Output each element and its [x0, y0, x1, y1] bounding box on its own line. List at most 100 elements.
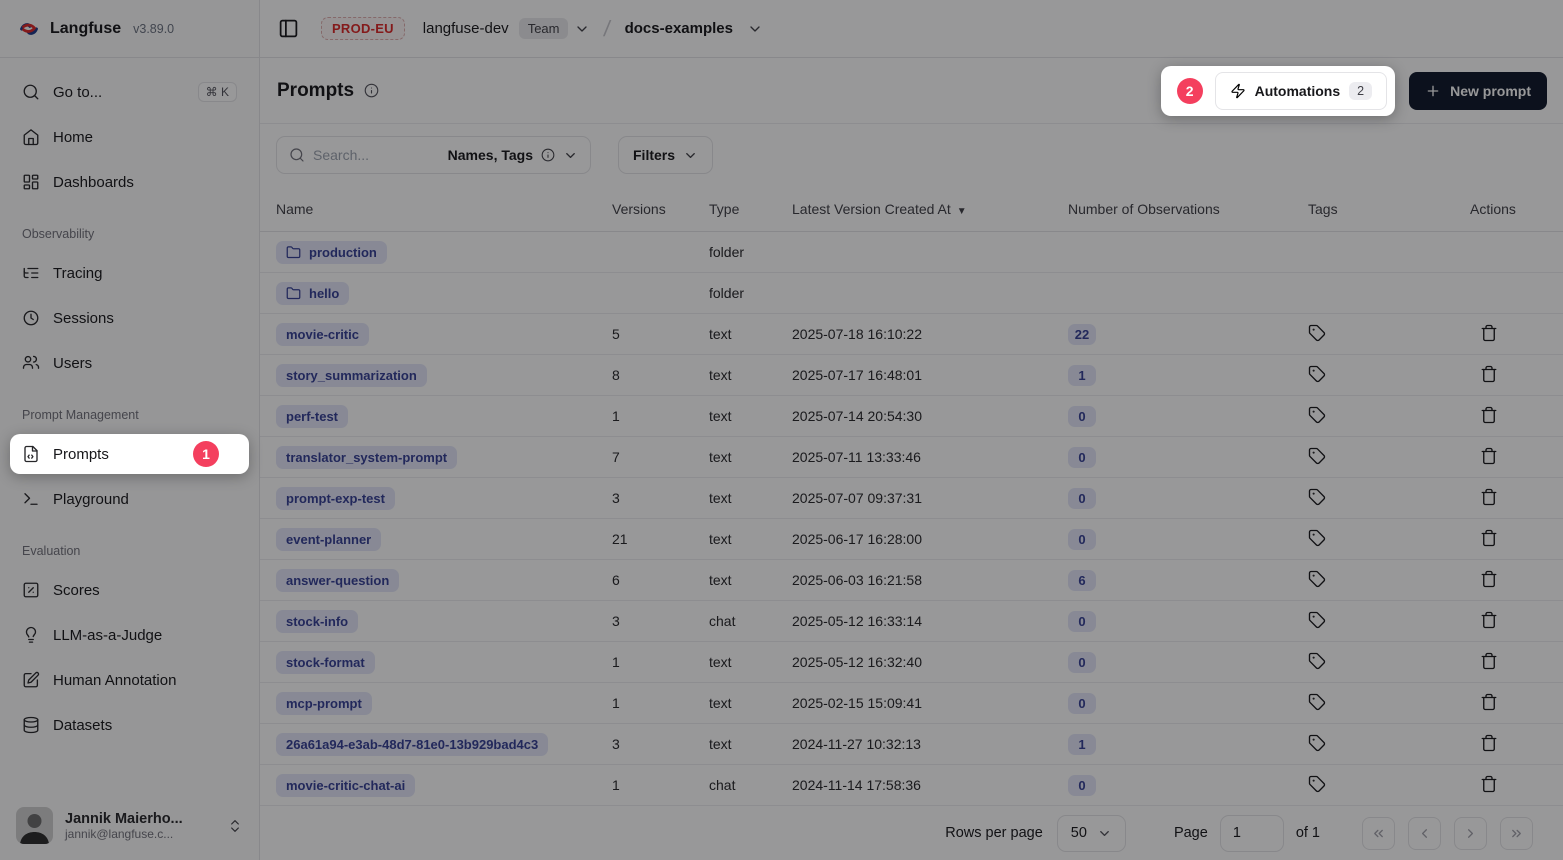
sidebar-item-goto[interactable]: Go to... ⌘ K — [10, 72, 249, 112]
chevron-down-icon[interactable] — [747, 21, 763, 37]
delete-button[interactable] — [1480, 775, 1498, 793]
sidebar-item-human-annotation[interactable]: Human Annotation — [10, 660, 249, 700]
observations-badge: 1 — [1068, 734, 1096, 755]
sidebar-item-dashboards[interactable]: Dashboards — [10, 162, 249, 202]
prompt-name-badge[interactable]: movie-critic-chat-ai — [276, 774, 415, 797]
table-row[interactable]: stock-format 1 text 2025-05-12 16:32:40 … — [260, 642, 1563, 683]
last-page-button[interactable] — [1500, 817, 1533, 850]
callout-badge-1: 1 — [193, 441, 219, 467]
prompt-name-badge[interactable]: mcp-prompt — [276, 692, 372, 715]
automations-button[interactable]: Automations 2 — [1215, 72, 1388, 110]
table-row[interactable]: stock-info 3 chat 2025-05-12 16:33:14 0 — [260, 601, 1563, 642]
delete-button[interactable] — [1480, 734, 1498, 752]
page-label: Page — [1174, 825, 1208, 841]
chevron-down-icon[interactable] — [574, 21, 590, 37]
tag-button[interactable] — [1308, 365, 1326, 383]
sidebar-toggle-icon[interactable] — [278, 18, 299, 39]
table-row[interactable]: perf-test 1 text 2025-07-14 20:54:30 0 — [260, 396, 1563, 437]
table-row[interactable]: movie-critic-chat-ai 1 chat 2024-11-14 1… — [260, 765, 1563, 806]
org-name[interactable]: langfuse-dev — [423, 20, 509, 37]
table-row[interactable]: translator_system-prompt 7 text 2025-07-… — [260, 437, 1563, 478]
sidebar-item-scores[interactable]: Scores — [10, 570, 249, 610]
rows-per-page-select[interactable]: 50 — [1057, 815, 1126, 852]
tag-button[interactable] — [1308, 693, 1326, 711]
tag-button[interactable] — [1308, 406, 1326, 424]
search-input[interactable] — [313, 147, 409, 163]
sidebar-item-home[interactable]: Home — [10, 117, 249, 157]
tag-button[interactable] — [1308, 324, 1326, 342]
prompt-name-badge[interactable]: story_summarization — [276, 364, 427, 387]
sidebar-item-sessions[interactable]: Sessions — [10, 298, 249, 338]
delete-button[interactable] — [1480, 570, 1498, 588]
prompt-name-badge[interactable]: stock-info — [276, 610, 358, 633]
prompt-name-badge[interactable]: prompt-exp-test — [276, 487, 395, 510]
new-prompt-button[interactable]: New prompt — [1409, 72, 1547, 110]
delete-button[interactable] — [1480, 365, 1498, 383]
delete-button[interactable] — [1480, 447, 1498, 465]
table-row[interactable]: prompt-exp-test 3 text 2025-07-07 09:37:… — [260, 478, 1563, 519]
delete-button[interactable] — [1480, 324, 1498, 342]
delete-button[interactable] — [1480, 488, 1498, 506]
cell-created: 2024-11-14 17:58:36 — [782, 777, 1058, 793]
prompt-name-badge[interactable]: translator_system-prompt — [276, 446, 457, 469]
delete-button[interactable] — [1480, 652, 1498, 670]
cell-versions: 1 — [602, 654, 699, 670]
table-row[interactable]: answer-question 6 text 2025-06-03 16:21:… — [260, 560, 1563, 601]
tag-button[interactable] — [1308, 652, 1326, 670]
previous-page-button[interactable] — [1408, 817, 1441, 850]
sidebar-item-playground[interactable]: Playground — [10, 479, 249, 519]
delete-button[interactable] — [1480, 693, 1498, 711]
table-row[interactable]: 26a61a94-e3ab-48d7-81e0-13b929bad4c3 3 t… — [260, 724, 1563, 765]
sidebar-item-prompts[interactable]: Prompts 1 — [10, 434, 249, 474]
table-row[interactable]: event-planner 21 text 2025-06-17 16:28:0… — [260, 519, 1563, 560]
sidebar-item-label: Playground — [53, 491, 129, 508]
sidebar-item-users[interactable]: Users — [10, 343, 249, 383]
chevron-down-icon — [683, 148, 698, 163]
prompt-name-badge[interactable]: movie-critic — [276, 323, 369, 346]
filters-button[interactable]: Filters — [618, 136, 713, 174]
prompt-name-badge[interactable]: stock-format — [276, 651, 375, 674]
prompt-name-badge[interactable]: hello — [276, 282, 349, 305]
column-header-name[interactable]: Name — [260, 201, 602, 217]
tag-button[interactable] — [1308, 570, 1326, 588]
next-page-button[interactable] — [1454, 817, 1487, 850]
table-row[interactable]: movie-critic 5 text 2025-07-18 16:10:22 … — [260, 314, 1563, 355]
prompt-name-badge[interactable]: production — [276, 241, 387, 264]
user-menu[interactable]: Jannik Maierho... jannik@langfuse.c... — [0, 793, 259, 860]
delete-button[interactable] — [1480, 406, 1498, 424]
tag-button[interactable] — [1308, 775, 1326, 793]
square-pen-icon — [22, 671, 40, 689]
tag-button[interactable] — [1308, 529, 1326, 547]
prompt-name-badge[interactable]: answer-question — [276, 569, 399, 592]
sidebar-item-datasets[interactable]: Datasets — [10, 705, 249, 745]
search-scope-dropdown[interactable]: Names, Tags — [448, 147, 578, 163]
page-number-input[interactable] — [1220, 815, 1284, 852]
column-header-type[interactable]: Type — [699, 201, 782, 217]
tag-button[interactable] — [1308, 734, 1326, 752]
info-icon[interactable] — [364, 83, 379, 98]
column-header-versions[interactable]: Versions — [602, 201, 699, 217]
observations-badge: 0 — [1068, 447, 1096, 468]
table-row[interactable]: hello folder — [260, 273, 1563, 314]
first-page-button[interactable] — [1362, 817, 1395, 850]
prompt-name-badge[interactable]: perf-test — [276, 405, 348, 428]
sidebar-item-tracing[interactable]: Tracing — [10, 253, 249, 293]
new-prompt-label: New prompt — [1450, 83, 1531, 99]
delete-button[interactable] — [1480, 529, 1498, 547]
table-row[interactable]: mcp-prompt 1 text 2025-02-15 15:09:41 0 — [260, 683, 1563, 724]
column-header-created[interactable]: Latest Version Created At▼ — [782, 201, 1058, 217]
prompt-name-badge[interactable]: 26a61a94-e3ab-48d7-81e0-13b929bad4c3 — [276, 733, 548, 756]
column-header-observations[interactable]: Number of Observations — [1058, 201, 1298, 217]
delete-button[interactable] — [1480, 611, 1498, 629]
topbar: PROD-EU langfuse-dev Team / docs-example… — [260, 0, 1563, 58]
project-name[interactable]: docs-examples — [625, 20, 733, 37]
tag-button[interactable] — [1308, 488, 1326, 506]
tag-button[interactable] — [1308, 447, 1326, 465]
prompt-name-label: mcp-prompt — [286, 696, 362, 711]
table-row[interactable]: production folder — [260, 232, 1563, 273]
prompt-name-badge[interactable]: event-planner — [276, 528, 381, 551]
tag-button[interactable] — [1308, 611, 1326, 629]
cell-created: 2025-06-17 16:28:00 — [782, 531, 1058, 547]
sidebar-item-llm-judge[interactable]: LLM-as-a-Judge — [10, 615, 249, 655]
table-row[interactable]: story_summarization 8 text 2025-07-17 16… — [260, 355, 1563, 396]
